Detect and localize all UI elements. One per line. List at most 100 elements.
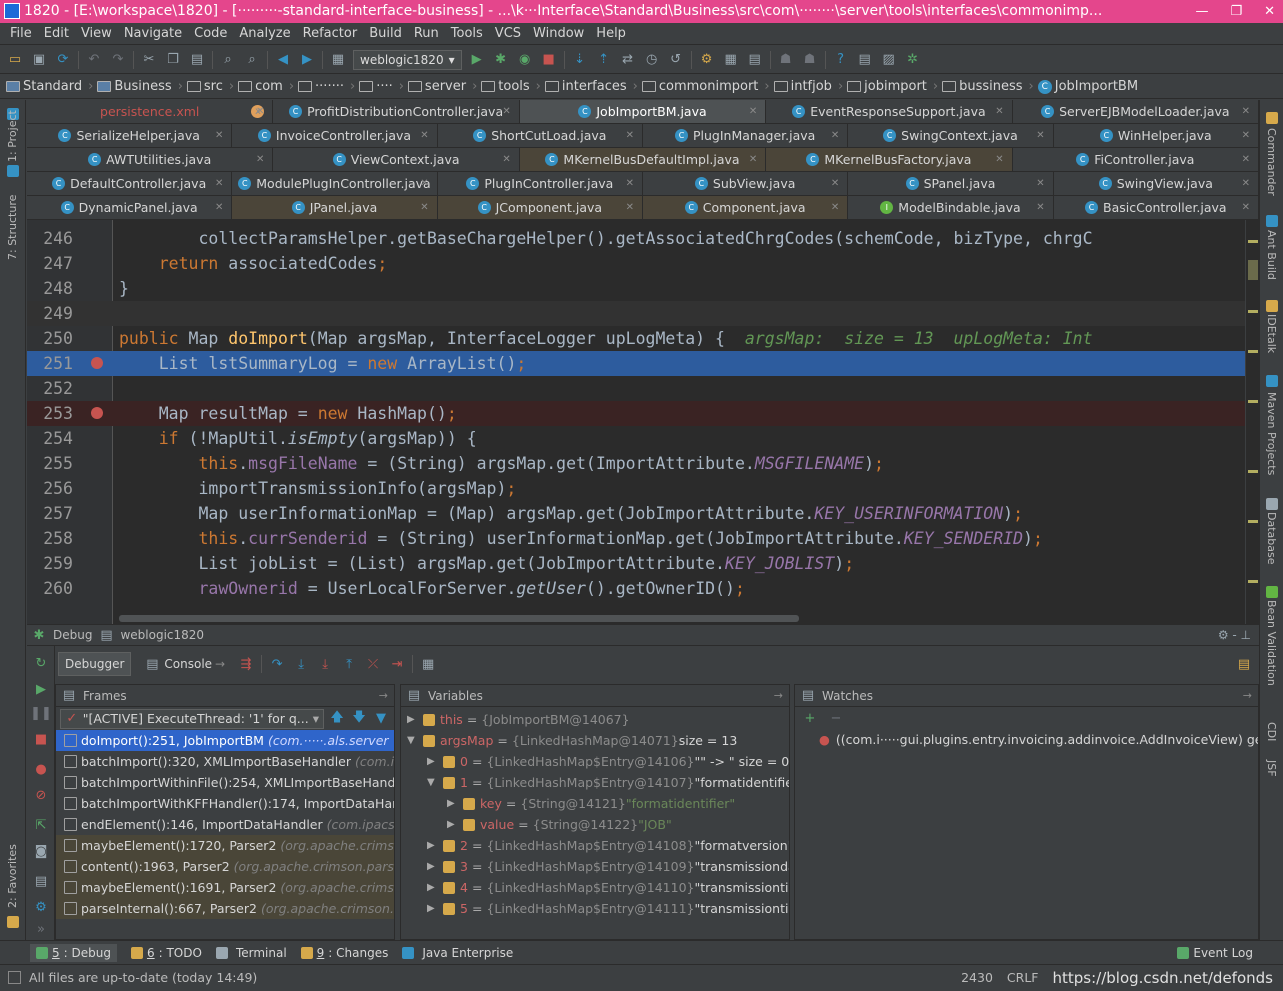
expand-icon[interactable]: ▶: [427, 840, 439, 851]
horizontal-scrollbar[interactable]: [119, 615, 799, 622]
vcs-revert-icon[interactable]: ↺: [667, 51, 685, 69]
close-tab-icon[interactable]: ✕: [420, 130, 428, 141]
editor-tab[interactable]: C MKernelBusFactory.java ✕: [766, 148, 1013, 171]
show-execution-point-icon[interactable]: ⇶: [237, 655, 255, 673]
error-stripe[interactable]: [1245, 220, 1259, 624]
frame-row[interactable]: doImport():251, JobImportBM (com.·····.al…: [56, 730, 394, 751]
bottom-tab[interactable]: Terminal: [215, 946, 287, 960]
remove-watch-icon[interactable]: −: [827, 709, 845, 727]
expand-icon[interactable]: ▶: [427, 903, 439, 914]
editor-tab[interactable]: C FiController.java ✕: [1013, 148, 1260, 171]
menu-analyze[interactable]: Analyze: [239, 26, 290, 41]
paste-icon[interactable]: ▤: [188, 51, 206, 69]
close-tab-icon[interactable]: ✕: [626, 130, 634, 141]
close-tab-icon[interactable]: ✕: [1242, 106, 1250, 117]
watch-row[interactable]: ● ((com.i·····gui.plugins.entry.invoicing…: [795, 729, 1258, 750]
back-icon[interactable]: ◀: [274, 51, 292, 69]
more-icon[interactable]: »: [32, 920, 50, 938]
frame-row[interactable]: batchImportWithinFile():254, XMLImportBa…: [56, 772, 394, 793]
expand-icon[interactable]: ▶: [427, 861, 439, 872]
editor-tab[interactable]: C SerializeHelper.java ✕: [27, 124, 233, 147]
code-line[interactable]: 254 if (!MapUtil.isEmpty(argsMap)) {: [27, 426, 1245, 451]
status-toggle-icon[interactable]: [8, 971, 21, 984]
sdk-icon[interactable]: ▤: [746, 51, 764, 69]
editor-tab[interactable]: C SwingContext.java ✕: [848, 124, 1054, 147]
close-tab-icon[interactable]: ✕: [215, 178, 223, 189]
variable-row[interactable]: ▶ 4 = {LinkedHashMap$Entry@14110} "transmis…: [401, 877, 789, 898]
pin-icon[interactable]: →: [774, 689, 783, 702]
editor-tab[interactable]: C JComponent.java ✕: [437, 196, 643, 219]
run-icon[interactable]: ▶: [468, 51, 486, 69]
replace-icon[interactable]: ⌕: [243, 51, 261, 69]
variable-row[interactable]: ▶ 2 = {LinkedHashMap$Entry@14108} "formatve…: [401, 835, 789, 856]
restore-layout-icon[interactable]: ⇱: [32, 816, 50, 834]
breadcrumb-item[interactable]: bussiness ›: [942, 79, 1034, 94]
editor-tab[interactable]: C ProfitDistributionController.java ✕: [273, 100, 520, 123]
expand-icon[interactable]: ▶: [447, 819, 459, 830]
frame-row[interactable]: batchImportWithKFFHandler():174, ImportD…: [56, 793, 394, 814]
forward-icon[interactable]: ▶: [298, 51, 316, 69]
variable-row[interactable]: ▼ argsMap = {LinkedHashMap@14071} size = 13: [401, 730, 789, 751]
minimize-button[interactable]: —: [1195, 0, 1208, 23]
editor-tab[interactable]: x persistence.xml ✕: [27, 100, 274, 123]
editor-tab[interactable]: C EventResponseSupport.java ✕: [766, 100, 1013, 123]
step-over-icon[interactable]: ↷: [268, 655, 286, 673]
mute-breakpoints-icon[interactable]: ⊘: [32, 786, 50, 804]
code-line[interactable]: 248}: [27, 276, 1245, 301]
menu-build[interactable]: Build: [369, 26, 402, 41]
code-line[interactable]: 250 public Map doImport(Map argsMap, Inte…: [27, 326, 1245, 351]
editor-tab[interactable]: C ViewContext.java ✕: [273, 148, 520, 171]
editor-tab[interactable]: C JobImportBM.java ✕: [519, 100, 767, 123]
close-tab-icon[interactable]: ✕: [831, 202, 839, 213]
editor-tab[interactable]: C SwingView.java ✕: [1054, 172, 1259, 195]
evaluate-expression-icon[interactable]: ▦: [419, 655, 437, 673]
breadcrumb-item[interactable]: commonimport ›: [641, 79, 770, 94]
ant-build-tool-tab[interactable]: Ant Build: [1265, 230, 1278, 280]
code-line[interactable]: 260 rawOwnerid = UserLocalForServer.getU…: [27, 576, 1245, 601]
editor-tab[interactable]: C AWTUtilities.java ✕: [27, 148, 274, 171]
tab-debugger[interactable]: Debugger: [58, 652, 132, 676]
menu-code[interactable]: Code: [194, 26, 227, 41]
tasks-icon[interactable]: ▤: [856, 51, 874, 69]
bean-validation-tool-tab[interactable]: Bean Validation: [1265, 600, 1278, 686]
breadcrumb-item[interactable]: interfaces ›: [544, 79, 638, 94]
debug-settings-icon[interactable]: ⚙ - ⊥: [1218, 628, 1251, 642]
step-into-icon[interactable]: ⤓: [292, 655, 310, 673]
breadcrumb-item[interactable]: intfjob ›: [773, 79, 843, 94]
external-tools-icon[interactable]: ▨: [880, 51, 898, 69]
close-tab-icon[interactable]: ✕: [1036, 178, 1044, 189]
close-tab-icon[interactable]: ✕: [749, 106, 757, 117]
code-line[interactable]: 246 collectParamsHelper.getBaseChargeHel…: [27, 226, 1245, 251]
close-tab-icon[interactable]: ✕: [1036, 202, 1044, 213]
structure-tool-tab[interactable]: 7: Structure: [6, 195, 19, 260]
variable-row[interactable]: ▶ 3 = {LinkedHashMap$Entry@14109} "transmis…: [401, 856, 789, 877]
close-tab-icon[interactable]: ✕: [626, 178, 634, 189]
close-tab-icon[interactable]: ✕: [256, 154, 264, 165]
close-tab-icon[interactable]: ✕: [1242, 154, 1250, 165]
variable-row[interactable]: ▶ value = {String@14122} "JOB": [401, 814, 789, 835]
editor-tab[interactable]: C SubView.java ✕: [643, 172, 849, 195]
frame-row[interactable]: maybeElement():1720, Parser2 (org.apache.…: [56, 835, 394, 856]
menu-file[interactable]: File: [10, 26, 32, 41]
force-step-into-icon[interactable]: ⤓: [316, 655, 334, 673]
make-icon[interactable]: ▦: [329, 51, 347, 69]
breadcrumb-item[interactable]: ······· ›: [298, 79, 355, 94]
thread-select[interactable]: ✓ "[ACTIVE] ExecuteThread: '1' for q... ▾: [60, 708, 324, 729]
redo-icon[interactable]: ↷: [109, 51, 127, 69]
add-watch-icon[interactable]: +: [801, 709, 819, 727]
expand-icon[interactable]: ▶: [407, 714, 419, 725]
copy-icon[interactable]: ❐: [164, 51, 182, 69]
expand-icon[interactable]: ▶: [427, 756, 439, 767]
close-tab-icon[interactable]: ✕: [256, 106, 264, 117]
menu-refactor[interactable]: Refactor: [303, 26, 358, 41]
breadcrumb-item[interactable]: Standard ›: [6, 79, 93, 94]
variable-row[interactable]: ▶ 5 = {LinkedHashMap$Entry@14111} "transmis…: [401, 898, 789, 919]
code-line[interactable]: 251 List lstSummaryLog = new ArrayList()…: [27, 351, 1245, 376]
vcs-history-icon[interactable]: ◷: [643, 51, 661, 69]
editor-tab[interactable]: C DefaultController.java ✕: [27, 172, 233, 195]
frame-up-icon[interactable]: 🡅: [328, 710, 346, 728]
editor-tab[interactable]: C ModulePlugInController.java ✕: [232, 172, 438, 195]
pin-icon[interactable]: →: [1243, 689, 1252, 702]
collapse-icon[interactable]: ▼: [427, 777, 439, 788]
vcs-compare-icon[interactable]: ⇄: [619, 51, 637, 69]
